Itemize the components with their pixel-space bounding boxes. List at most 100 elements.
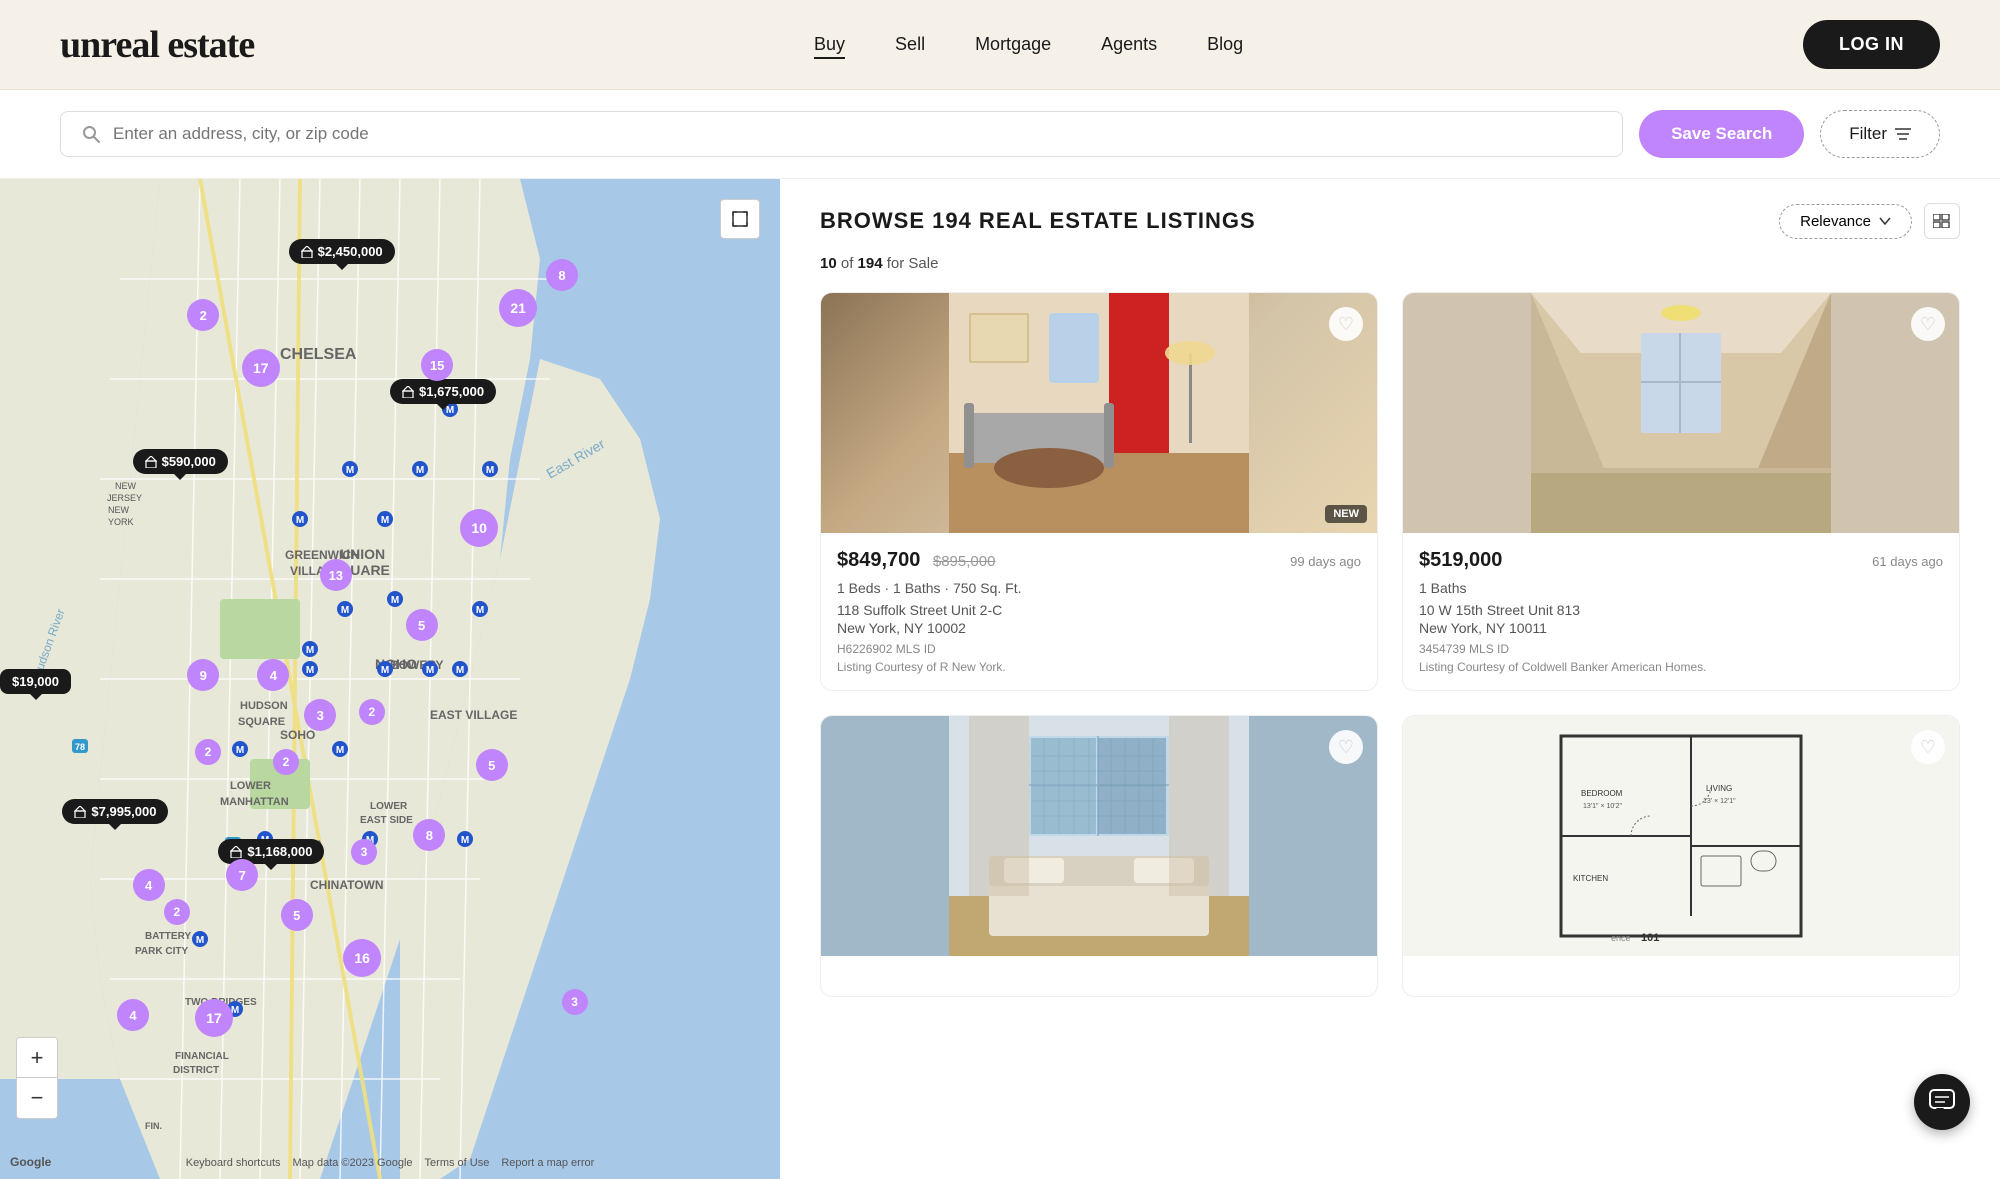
- svg-text:BATTERY: BATTERY: [145, 931, 191, 942]
- header: unreal estate Buy Sell Mortgage Agents B…: [0, 0, 2000, 90]
- cluster-25[interactable]: 3: [562, 989, 588, 1015]
- cluster-18[interactable]: 2: [164, 899, 190, 925]
- cluster-13[interactable]: 2: [195, 739, 221, 765]
- svg-text:EAST VILLAGE: EAST VILLAGE: [430, 708, 517, 722]
- listing-card-2[interactable]: ♡: [1402, 292, 1960, 691]
- zoom-in-button[interactable]: +: [17, 1038, 57, 1078]
- cluster-7[interactable]: 13: [320, 559, 352, 591]
- cluster-23[interactable]: 4: [117, 999, 149, 1031]
- sort-controls: Relevance: [1779, 203, 1960, 239]
- property-photo-3: [821, 716, 1377, 956]
- cluster-22[interactable]: 16: [343, 939, 381, 977]
- map-pin-3[interactable]: $1,675,000: [390, 379, 496, 404]
- map-report[interactable]: Report a map error: [501, 1157, 594, 1169]
- nav-agents[interactable]: Agents: [1101, 34, 1157, 55]
- cluster-5[interactable]: 15: [421, 349, 453, 381]
- house-icon: [74, 806, 86, 818]
- map-pin-4[interactable]: $7,995,000: [62, 799, 168, 824]
- listings-meta: 10 of 194 for Sale: [820, 255, 1960, 272]
- house-icon: [145, 456, 157, 468]
- card-location-2: New York, NY 10011: [1419, 620, 1943, 636]
- cluster-11[interactable]: 3: [304, 699, 336, 731]
- zoom-out-button[interactable]: −: [17, 1078, 57, 1118]
- listing-card-4[interactable]: ♡ BEDROOM 1: [1402, 715, 1960, 997]
- svg-text:M: M: [381, 515, 389, 526]
- listing-card-1[interactable]: ♡ NEW: [820, 292, 1378, 691]
- cluster-24[interactable]: 17: [195, 999, 233, 1037]
- svg-text:CHINATOWN: CHINATOWN: [310, 878, 384, 892]
- listings-title: BROWSE 194 REAL ESTATE LISTINGS: [820, 208, 1256, 234]
- svg-text:LOWER: LOWER: [370, 801, 408, 812]
- house-icon: [230, 846, 242, 858]
- price-row-2: $519,000 61 days ago: [1419, 549, 1943, 572]
- map-background: East River Hudson River CHELSEA GREENWIC…: [0, 179, 780, 1179]
- sort-label: Relevance: [1800, 213, 1871, 230]
- cluster-21[interactable]: 3: [351, 839, 377, 865]
- svg-text:JERSEY: JERSEY: [107, 493, 142, 503]
- svg-text:M: M: [346, 465, 354, 476]
- chat-icon: [1928, 1088, 1956, 1116]
- pin-price-6: $19,000: [12, 674, 59, 689]
- cluster-17[interactable]: 4: [133, 869, 165, 901]
- cluster-8[interactable]: 5: [406, 609, 438, 641]
- view-toggle-button[interactable]: [1924, 203, 1960, 239]
- map-pin-6[interactable]: $19,000: [0, 669, 71, 694]
- chat-button[interactable]: [1914, 1074, 1970, 1130]
- listing-card-3[interactable]: ♡: [820, 715, 1378, 997]
- map-footer: Keyboard shortcuts Map data ©2023 Google…: [186, 1157, 595, 1169]
- nav-blog[interactable]: Blog: [1207, 34, 1243, 55]
- svg-text:EAST SIDE: EAST SIDE: [360, 815, 413, 826]
- card-old-price-1: $895,000: [933, 553, 996, 570]
- map-pin-1[interactable]: $2,450,000: [289, 239, 395, 264]
- search-input[interactable]: [113, 124, 1602, 144]
- cluster-15[interactable]: 5: [476, 749, 508, 781]
- cluster-14[interactable]: 2: [273, 749, 299, 775]
- cluster-9[interactable]: 9: [187, 659, 219, 691]
- search-bar: Save Search Filter: [0, 90, 2000, 179]
- svg-text:M: M: [336, 745, 344, 756]
- filter-label: Filter: [1849, 124, 1887, 144]
- cluster-19[interactable]: 5: [281, 899, 313, 931]
- nav-mortgage[interactable]: Mortgage: [975, 34, 1051, 55]
- map-pin-2[interactable]: $590,000: [133, 449, 228, 474]
- card-price-1: $849,700: [837, 549, 920, 571]
- svg-text:MANHATTAN: MANHATTAN: [220, 796, 289, 808]
- cluster-3[interactable]: 21: [499, 289, 537, 327]
- filter-icon: [1895, 127, 1911, 141]
- map-terms[interactable]: Terms of Use: [425, 1157, 490, 1169]
- grid-view-icon: [1933, 214, 1951, 228]
- cluster-20[interactable]: 7: [226, 859, 258, 891]
- map-keyboard-shortcuts[interactable]: Keyboard shortcuts: [186, 1157, 281, 1169]
- main-nav: Buy Sell Mortgage Agents Blog: [814, 34, 1243, 55]
- svg-text:M: M: [296, 515, 304, 526]
- card-price-2: $519,000: [1419, 549, 1502, 571]
- listings-total: 194: [858, 255, 883, 272]
- card-body-1: $849,700 $895,000 99 days ago 1 Beds · 1…: [821, 533, 1377, 690]
- svg-text:M: M: [391, 595, 399, 606]
- login-button[interactable]: LOG IN: [1803, 20, 1940, 69]
- card-body-3: [821, 956, 1377, 996]
- cluster-12[interactable]: 2: [359, 699, 385, 725]
- nav-buy[interactable]: Buy: [814, 34, 845, 55]
- filter-button[interactable]: Filter: [1820, 110, 1940, 158]
- map-expand-button[interactable]: [720, 199, 760, 239]
- listings-count: 10: [820, 255, 837, 272]
- main-content: East River Hudson River CHELSEA GREENWIC…: [0, 179, 2000, 1179]
- listings-header: BROWSE 194 REAL ESTATE LISTINGS Relevanc…: [820, 203, 1960, 239]
- search-input-wrap: [60, 111, 1623, 157]
- nav-sell[interactable]: Sell: [895, 34, 925, 55]
- card-days-1: 99 days ago: [1290, 554, 1361, 569]
- baths-1: 1 Baths: [893, 580, 940, 596]
- save-search-button[interactable]: Save Search: [1639, 110, 1804, 158]
- card-courtesy-2: Listing Courtesy of Coldwell Banker Amer…: [1419, 660, 1943, 674]
- cluster-4[interactable]: 8: [546, 259, 578, 291]
- cluster-6[interactable]: 10: [460, 509, 498, 547]
- listings-panel: BROWSE 194 REAL ESTATE LISTINGS Relevanc…: [780, 179, 2000, 1179]
- svg-text:M: M: [461, 835, 469, 846]
- cluster-2[interactable]: 17: [242, 349, 280, 387]
- cluster-1[interactable]: 2: [187, 299, 219, 331]
- svg-text:FINANCIAL: FINANCIAL: [175, 1051, 229, 1062]
- sort-dropdown[interactable]: Relevance: [1779, 204, 1912, 239]
- card-mls-1: H6226902 MLS ID: [837, 642, 1361, 656]
- svg-text:M: M: [456, 665, 464, 676]
